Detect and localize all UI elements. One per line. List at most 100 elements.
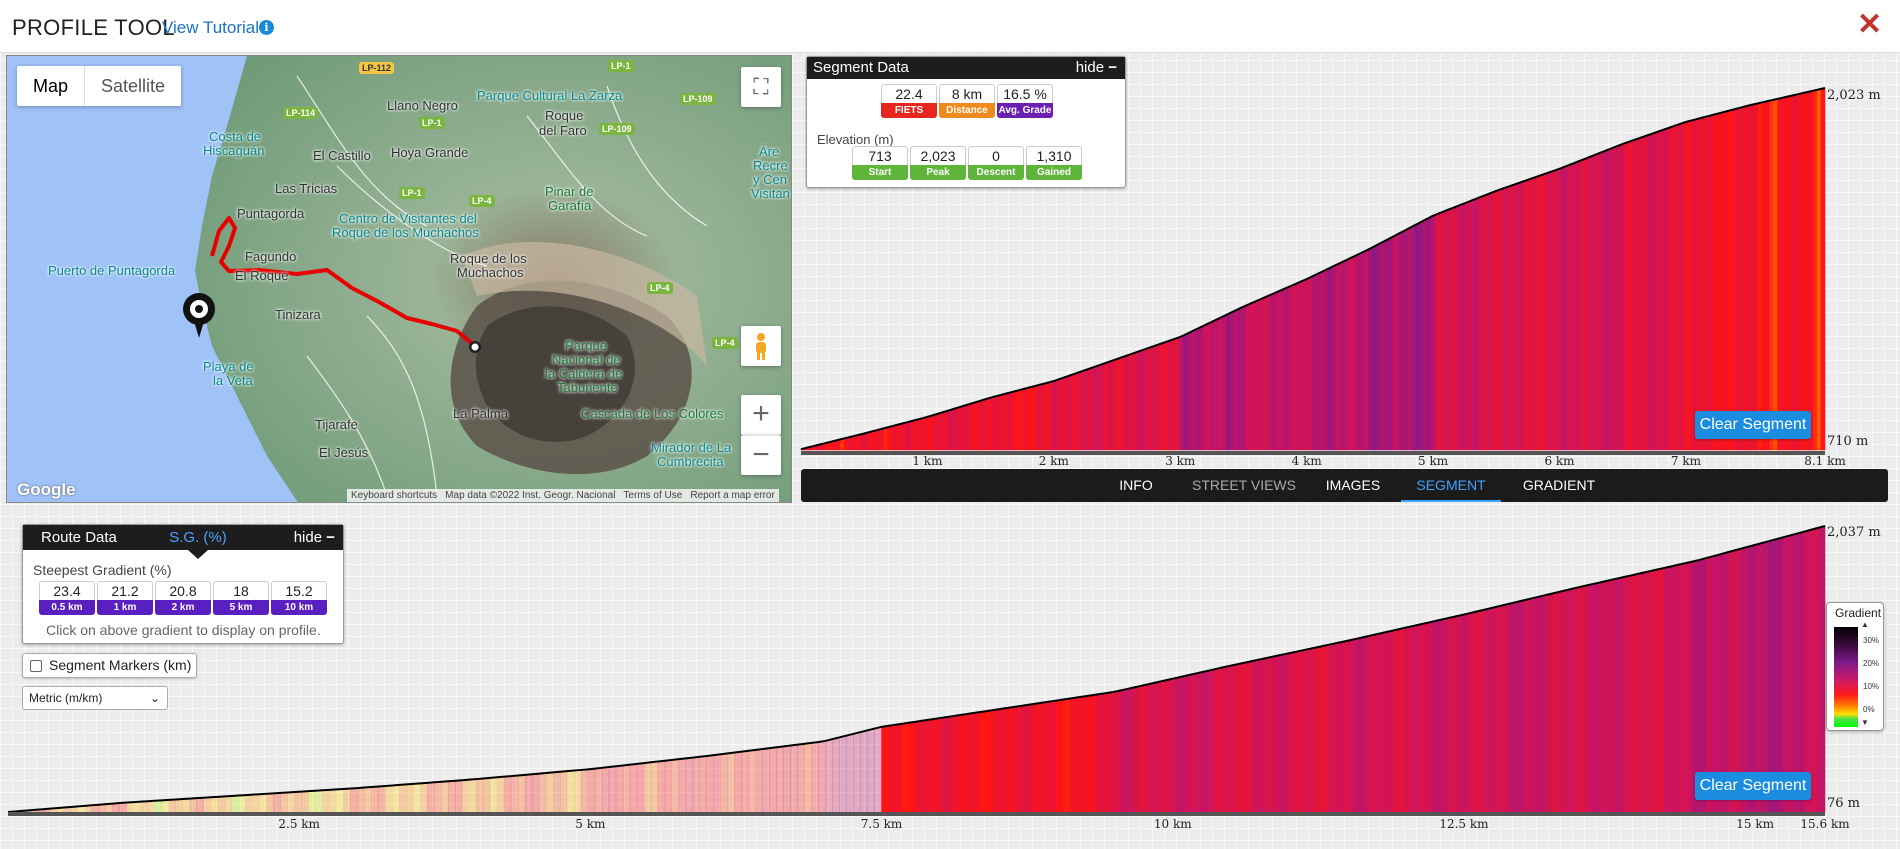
hide-segment-data-button[interactable]: hide − [1076, 57, 1117, 79]
clear-segment-button[interactable]: Clear Segment [1695, 411, 1811, 439]
profile-slice [1163, 341, 1168, 451]
profile-slice [1631, 138, 1637, 451]
km-tick-label: 3 km [1165, 454, 1196, 468]
profile-slice [1678, 122, 1684, 451]
elevation-label: Elevation (m) [817, 132, 894, 147]
profile-slice [1342, 639, 1351, 813]
full-min-elevation: 76 m [1827, 796, 1861, 811]
profile-slice [427, 781, 435, 813]
profile-slice [1249, 301, 1255, 451]
profile-slice [1769, 99, 1775, 451]
place-label: y Cen [753, 172, 787, 187]
zoom-out-button[interactable]: − [741, 435, 781, 475]
road-marker: LP-114 [283, 107, 319, 119]
profile-slice [769, 746, 778, 813]
profile-slice [1104, 691, 1113, 813]
tab-segment[interactable]: SEGMENT [1401, 469, 1501, 502]
profile-slice [1426, 216, 1432, 451]
profile-slice [1671, 125, 1676, 451]
profile-slice [287, 791, 295, 813]
profile-slice [1014, 705, 1022, 813]
profile-slice [1785, 95, 1790, 451]
clear-segment-button[interactable]: Clear Segment [1695, 772, 1811, 800]
full-profile-chart[interactable] [0, 520, 1830, 820]
profile-slice [1545, 171, 1550, 451]
profile-slice [1174, 336, 1180, 451]
profile-slice [1789, 533, 1798, 813]
profile-slice [301, 790, 309, 813]
profile-slice [1447, 616, 1455, 813]
km-tick-label: 2 km [1038, 454, 1069, 468]
profile-slice [1533, 176, 1538, 451]
place-label: la Veta [213, 373, 253, 388]
terms-link[interactable]: Terms of Use [623, 489, 682, 502]
place-label: Cascada de Los Colores [581, 406, 724, 421]
profile-slice [189, 797, 197, 813]
profile-slice [1356, 252, 1361, 451]
keyboard-shortcuts-link[interactable]: Keyboard shortcuts [351, 489, 437, 502]
profile-slice [1139, 349, 1144, 451]
place-label: Parque Cultural La Zarza [477, 88, 623, 103]
profile-slice [930, 718, 938, 813]
profile-slice [910, 419, 916, 451]
close-icon[interactable]: ✕ [1857, 10, 1882, 40]
profile-slice [580, 768, 589, 813]
legend-color-bar [1834, 627, 1858, 727]
profile-slice [1206, 321, 1211, 451]
place-label: Hiscaguán [203, 143, 265, 158]
profile-slice [1419, 622, 1427, 813]
satellite-view-button[interactable]: Satellite [85, 66, 181, 106]
tab-images[interactable]: IMAGES [1318, 469, 1388, 502]
profile-slice [1718, 111, 1723, 451]
profile-slice [1698, 117, 1704, 451]
profile-slice [545, 772, 554, 813]
profile-slice [1615, 576, 1623, 813]
report-error-link[interactable]: Report a map error [690, 489, 774, 502]
place-label: del Faro [539, 123, 587, 138]
map-type-control: Map Satellite [17, 66, 182, 106]
zoom-in-button[interactable]: + [741, 395, 781, 435]
pegman-icon[interactable] [741, 326, 781, 366]
profile-slice [1647, 133, 1653, 451]
profile-slice [1119, 356, 1125, 451]
profile-slice [217, 796, 225, 813]
fullscreen-icon[interactable]: ⛶ [741, 67, 781, 107]
profile-slice [406, 783, 414, 813]
profile-slice [440, 780, 449, 813]
profile-slice [685, 757, 694, 813]
profile-slice [1395, 232, 1400, 451]
profile-slice [1210, 320, 1215, 451]
profile-slice [1377, 632, 1386, 813]
profile-slice [930, 414, 936, 451]
profile-slice [1485, 192, 1491, 451]
map-view-button[interactable]: Map [17, 66, 86, 106]
profile-slice [371, 786, 379, 813]
view-tutorial-link[interactable]: View Tutorial [162, 18, 259, 38]
profile-slice [1789, 94, 1794, 451]
tab-gradient[interactable]: GRADIENT [1514, 469, 1604, 502]
profile-slice [1055, 699, 1064, 813]
profile-slice [678, 758, 687, 813]
profile-slice [741, 750, 750, 813]
road-marker: LP-4 [647, 282, 673, 294]
profile-slice [1702, 116, 1708, 451]
place-label: Áre [759, 144, 780, 159]
profile-slice [364, 786, 372, 813]
profile-slice [1670, 564, 1679, 813]
profile-slice [420, 782, 428, 813]
profile-slice [1403, 228, 1408, 451]
profile-slice [524, 773, 533, 813]
profile-slice [909, 721, 917, 813]
tab-street-views[interactable]: STREET VIEWS [1189, 469, 1299, 502]
info-icon[interactable]: i [259, 20, 274, 35]
profile-slice [1446, 208, 1452, 451]
profile-slice [1379, 240, 1385, 451]
profile-slice [1356, 636, 1365, 813]
route-map[interactable]: Parque Cultural La Zarza Llano Negro Roq… [6, 55, 792, 503]
profile-slice [1237, 306, 1243, 451]
profile-slice [636, 762, 645, 813]
tab-info[interactable]: INFO [1111, 469, 1161, 502]
profile-slice [1088, 367, 1093, 451]
place-label: Hoya Grande [391, 145, 469, 160]
place-label: El Roque [235, 268, 289, 283]
